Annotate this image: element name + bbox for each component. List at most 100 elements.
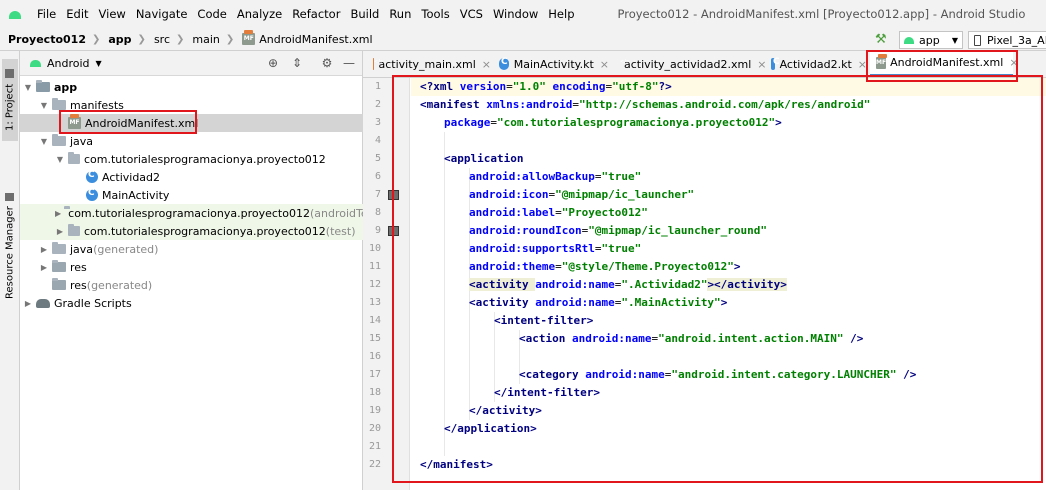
breadcrumb-label: src [153,32,170,46]
project-view-selector[interactable]: Android [47,57,90,70]
menu-refactor[interactable]: Refactor [287,0,345,28]
chevron-right-icon: ❯ [225,33,235,45]
gradle-icon [36,298,50,308]
breadcrumb-label: Proyecto012 [8,32,86,46]
resources-folder-icon [52,278,66,290]
tree-item-label: Gradle Scripts [54,296,132,310]
line-number: 12 [368,279,381,290]
tree-item-res-generated[interactable]: res (generated) [20,276,363,294]
tree-item-res[interactable]: ▶ res [20,258,363,276]
project-tool-tab[interactable]: 1: Project [2,59,18,141]
tree-item-actividad2[interactable]: Actividad2 [20,168,363,186]
generated-folder-icon [52,242,66,254]
menu-build[interactable]: Build [345,0,384,28]
expand-arrow-icon[interactable]: ▼ [39,101,49,110]
chevron-down-icon[interactable]: ▼ [96,59,102,68]
resource-manager-label: Resource Manager [4,206,16,299]
line-number: 15 [368,333,381,344]
tree-item-label: res [70,260,87,274]
chevron-down-icon: ▼ [951,35,958,45]
expand-arrow-icon[interactable]: ▶ [55,209,61,218]
annotation-box-editor [392,75,1043,483]
gear-icon[interactable]: ⚙ [320,56,334,70]
folder-icon [52,98,66,110]
line-number: 4 [374,135,381,146]
tree-item-package-androidtest[interactable]: ▶ com.tutorialesprogramacionya.proyecto0… [20,204,382,222]
device-label: Pixel_3a_API [987,33,1046,47]
expand-arrow-icon[interactable]: ▼ [39,137,49,146]
tree-item-label: java [70,242,94,256]
kotlin-class-icon [771,57,779,70]
tree-item-java-generated[interactable]: ▶ java (generated) [20,240,363,258]
device-select[interactable]: Pixel_3a_API [968,31,1046,49]
line-number: 18 [368,387,381,398]
tree-item-package-test[interactable]: ▶ com.tutorialesprogramacionya.proyecto0… [20,222,363,240]
tab-actividad2-kt[interactable]: Actividad2.kt × [765,51,867,77]
folder-icon [52,134,66,146]
menu-navigate[interactable]: Navigate [131,0,193,28]
expand-arrow-icon[interactable]: ▶ [23,299,33,308]
resource-manager-tab[interactable]: Resource Manager [2,193,18,299]
tree-item-package-main[interactable]: ▼ com.tutorialesprogramacionya.proyecto0… [20,150,363,168]
menu-code[interactable]: Code [192,0,231,28]
expand-arrow-icon[interactable]: ▼ [23,83,33,92]
kotlin-class-icon [86,188,98,201]
expand-arrow-icon[interactable]: ▶ [55,227,65,236]
breadcrumb-file[interactable]: MF AndroidManifest.xml [234,30,373,46]
expand-arrow-icon[interactable]: ▼ [55,155,65,164]
line-number: 14 [368,315,381,326]
breadcrumb-src[interactable]: src ❯ [146,33,184,46]
annotation-box-tree-file [59,110,197,134]
line-number: 6 [374,171,381,182]
close-icon[interactable]: × [600,58,609,71]
breadcrumb-module[interactable]: app ❯ [100,33,146,46]
breadcrumb-label: main [192,32,220,46]
line-number: 22 [368,459,381,470]
tab-activity-main-xml[interactable]: activity_main.xml × [367,51,491,77]
module-folder-icon [36,80,50,92]
run-configuration-select[interactable]: app ▼ [899,31,963,49]
menu-analyze[interactable]: Analyze [232,0,287,28]
menu-window[interactable]: Window [488,0,543,28]
left-tool-strip: 1: Project Resource Manager [0,51,20,490]
menu-view[interactable]: View [94,0,131,28]
collapse-all-icon[interactable]: ⇕ [290,56,304,70]
window-title: Proyecto012 - AndroidManifest.xml [Proye… [617,7,1026,21]
chevron-right-icon: ❯ [137,33,146,45]
chevron-right-icon: ❯ [176,33,185,45]
tree-item-label: com.tutorialesprogramacionya.proyecto012 [68,206,310,220]
tab-mainactivity-kt[interactable]: MainActivity.kt × [493,51,609,77]
breadcrumb-project[interactable]: Proyecto012 ❯ [0,33,100,46]
minimize-icon[interactable]: — [342,56,356,70]
tree-item-mainactivity[interactable]: MainActivity [20,186,363,204]
menu-help[interactable]: Help [543,0,579,28]
line-number: 5 [374,153,381,164]
expand-arrow-icon[interactable]: ▶ [39,245,49,254]
tree-item-label: MainActivity [102,188,170,202]
line-number: 17 [368,369,381,380]
package-icon [68,224,80,236]
menu-vcs[interactable]: VCS [455,0,488,28]
tree-item-suffix: (test) [325,224,356,238]
tab-label: MainActivity.kt [513,57,594,71]
tab-activity-actividad2-xml[interactable]: activity_actividad2.xml × [613,51,766,77]
breadcrumb-main[interactable]: main ❯ [184,33,234,46]
project-tool-label: 1: Project [4,83,16,131]
tree-item-label: com.tutorialesprogramacionya.proyecto012 [84,224,326,238]
crosshair-icon[interactable]: ⊕ [266,56,280,70]
kotlin-class-icon [86,170,98,183]
project-panel-header: Android ▼ ⊕ ⇕ ⚙ — [20,51,362,76]
menu-edit[interactable]: Edit [61,0,93,28]
line-number: 7 [374,189,381,200]
tree-item-app[interactable]: ▼ app [20,78,363,96]
menu-tools[interactable]: Tools [416,0,454,28]
tree-item-gradle-scripts[interactable]: ▶ Gradle Scripts [20,294,363,312]
tree-item-java[interactable]: ▼ java [20,132,363,150]
tab-label: activity_actividad2.xml [624,57,752,71]
expand-arrow-icon[interactable]: ▶ [39,263,49,272]
line-number: 20 [368,423,381,434]
hammer-icon[interactable]: ⚒ [875,33,889,47]
menu-file[interactable]: File [32,0,61,28]
close-icon[interactable]: × [482,58,491,71]
menu-run[interactable]: Run [384,0,416,28]
